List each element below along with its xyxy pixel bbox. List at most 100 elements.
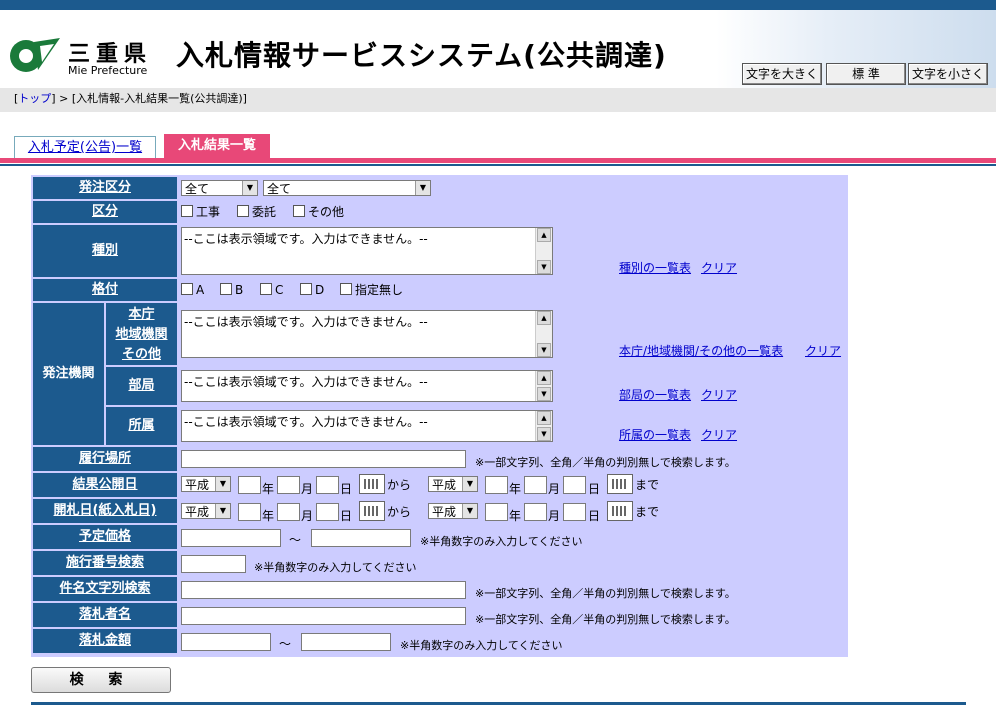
agency-office-list-link[interactable]: 所属の一覧表 — [619, 426, 691, 443]
winner-name-label[interactable]: 落札者名 — [33, 603, 177, 627]
tab-bid-schedule[interactable]: 入札予定(公告)一覧 — [14, 136, 156, 159]
result-date-from-month-input[interactable] — [277, 476, 300, 494]
agency-main-list-link[interactable]: 本庁/地域機関/その他の一覧表 — [619, 342, 783, 359]
open-date-to-era-select[interactable]: 平成 ▼ — [428, 503, 478, 519]
result-date-from-year-input[interactable] — [238, 476, 261, 494]
grade-checkbox-b[interactable]: B — [220, 283, 243, 297]
tab-underline — [0, 158, 996, 163]
open-date-to-day-input[interactable] — [563, 503, 586, 521]
agency-bureau-display-area: --ここは表示領域です。入力はできません。-- ▲ ▼ — [181, 370, 553, 402]
result-date-to-year-input[interactable] — [485, 476, 508, 494]
execution-number-note: ※半角数字のみ入力してください — [254, 561, 417, 574]
type-list-link[interactable]: 種別の一覧表 — [619, 259, 691, 276]
bottom-divider — [31, 702, 966, 705]
search-button[interactable]: 検 索 — [31, 667, 171, 693]
month-text: 月 — [548, 509, 561, 523]
type-clear-link[interactable]: クリア — [701, 259, 737, 276]
place-input[interactable] — [181, 450, 466, 468]
scroll-down-icon[interactable]: ▼ — [537, 260, 551, 274]
grade-label[interactable]: 格付 — [33, 279, 177, 301]
calendar-icon[interactable] — [607, 474, 633, 494]
winner-name-input[interactable] — [181, 607, 466, 625]
agency-sub-main-label[interactable]: 本庁 地域機関 その他 — [106, 303, 177, 365]
place-note: ※一部文字列、全角／半角の判別無しで検索します。 — [475, 456, 736, 469]
estimated-price-note: ※半角数字のみ入力してください — [420, 535, 583, 548]
calendar-icon[interactable] — [359, 501, 385, 521]
agency-main-display-area: --ここは表示領域です。入力はできません。-- ▲ ▼ — [181, 310, 553, 358]
agency-bureau-label[interactable]: 部局 — [106, 367, 177, 405]
winning-amount-min-input[interactable] — [181, 633, 271, 651]
estimated-price-label[interactable]: 予定価格 — [33, 525, 177, 549]
scroll-down-icon[interactable]: ▼ — [537, 427, 551, 441]
estimated-price-max-input[interactable] — [311, 529, 411, 547]
category-checkbox-consignment[interactable]: 委託 — [237, 205, 276, 219]
font-larger-button[interactable]: 文字を大きく — [742, 63, 822, 85]
subject-search-label[interactable]: 件名文字列検索 — [33, 577, 177, 601]
calendar-icon[interactable] — [359, 474, 385, 494]
winning-amount-note: ※半角数字のみ入力してください — [400, 639, 563, 652]
font-standard-button[interactable]: 標 準 — [826, 63, 906, 85]
winner-name-note: ※一部文字列、全角／半角の判別無しで検索します。 — [475, 613, 736, 626]
scroll-up-icon[interactable]: ▲ — [537, 228, 551, 242]
prefecture-name-en: Mie Prefecture — [68, 64, 148, 77]
type-display-area: --ここは表示領域です。入力はできません。-- ▲ ▼ — [181, 227, 553, 275]
scroll-down-icon[interactable]: ▼ — [537, 387, 551, 401]
result-date-to-era-select[interactable]: 平成 ▼ — [428, 476, 478, 492]
agency-office-label[interactable]: 所属 — [106, 407, 177, 445]
grade-checkbox-d[interactable]: D — [300, 283, 324, 297]
type-label[interactable]: 種別 — [33, 225, 177, 277]
month-text: 月 — [548, 482, 561, 496]
category-checkbox-construction[interactable]: 工事 — [181, 205, 220, 219]
font-smaller-button[interactable]: 文字を小さく — [908, 63, 988, 85]
site-header: 三重県 Mie Prefecture 入札情報サービスシステム(公共調達) 文字… — [0, 10, 996, 88]
open-date-from-year-input[interactable] — [238, 503, 261, 521]
tab-bid-results[interactable]: 入札結果一覧 — [164, 134, 270, 160]
agency-bureau-list-link[interactable]: 部局の一覧表 — [619, 386, 691, 403]
range-tilde: 〜 — [279, 637, 292, 651]
open-date-to-month-input[interactable] — [524, 503, 547, 521]
mie-prefecture-logo-icon — [10, 38, 60, 72]
open-date-from-era-select[interactable]: 平成 ▼ — [181, 503, 231, 519]
scroll-up-icon[interactable]: ▲ — [537, 311, 551, 325]
estimated-price-min-input[interactable] — [181, 529, 281, 547]
top-bar — [0, 0, 996, 10]
category-checkbox-other[interactable]: その他 — [293, 205, 344, 219]
order-division-select-1[interactable]: 全て ▼ — [181, 180, 258, 196]
scroll-up-icon[interactable]: ▲ — [537, 371, 551, 385]
winning-amount-max-input[interactable] — [301, 633, 391, 651]
order-division-label[interactable]: 発注区分 — [33, 177, 177, 199]
agency-office-clear-link[interactable]: クリア — [701, 426, 737, 443]
open-date-label[interactable]: 開札日(紙入札日) — [33, 499, 177, 523]
month-text: 月 — [301, 509, 314, 523]
order-division-select-2[interactable]: 全て ▼ — [263, 180, 431, 196]
breadcrumb-top-link[interactable]: トップ — [18, 92, 51, 105]
calendar-icon[interactable] — [607, 501, 633, 521]
execution-number-input[interactable] — [181, 555, 246, 573]
year-text: 年 — [262, 482, 275, 496]
winning-amount-label[interactable]: 落札金額 — [33, 629, 177, 653]
agency-main-clear-link[interactable]: クリア — [805, 342, 841, 359]
scroll-up-icon[interactable]: ▲ — [537, 411, 551, 425]
grade-checkbox-c[interactable]: C — [260, 283, 283, 297]
result-date-from-day-input[interactable] — [316, 476, 339, 494]
grade-checkbox-none[interactable]: 指定無し — [340, 283, 403, 297]
execution-number-label[interactable]: 施行番号検索 — [33, 551, 177, 575]
chevron-down-icon: ▼ — [242, 181, 257, 195]
result-date-from-era-select[interactable]: 平成 ▼ — [181, 476, 231, 492]
grade-checkbox-a[interactable]: A — [181, 283, 204, 297]
subject-search-input[interactable] — [181, 581, 466, 599]
open-date-to-year-input[interactable] — [485, 503, 508, 521]
open-date-from-month-input[interactable] — [277, 503, 300, 521]
open-date-from-day-input[interactable] — [316, 503, 339, 521]
scroll-down-icon[interactable]: ▼ — [537, 343, 551, 357]
chevron-down-icon: ▼ — [462, 504, 477, 518]
place-label[interactable]: 履行場所 — [33, 447, 177, 471]
result-date-to-day-input[interactable] — [563, 476, 586, 494]
to-text: まで — [635, 478, 660, 492]
result-date-label[interactable]: 結果公開日 — [33, 473, 177, 497]
category-label[interactable]: 区分 — [33, 201, 177, 223]
agency-bureau-clear-link[interactable]: クリア — [701, 386, 737, 403]
result-date-to-month-input[interactable] — [524, 476, 547, 494]
breadcrumb: [トップ] > [入札情報-入札結果一覧(公共調達)] — [0, 88, 996, 112]
breadcrumb-separator: > — [55, 92, 72, 105]
